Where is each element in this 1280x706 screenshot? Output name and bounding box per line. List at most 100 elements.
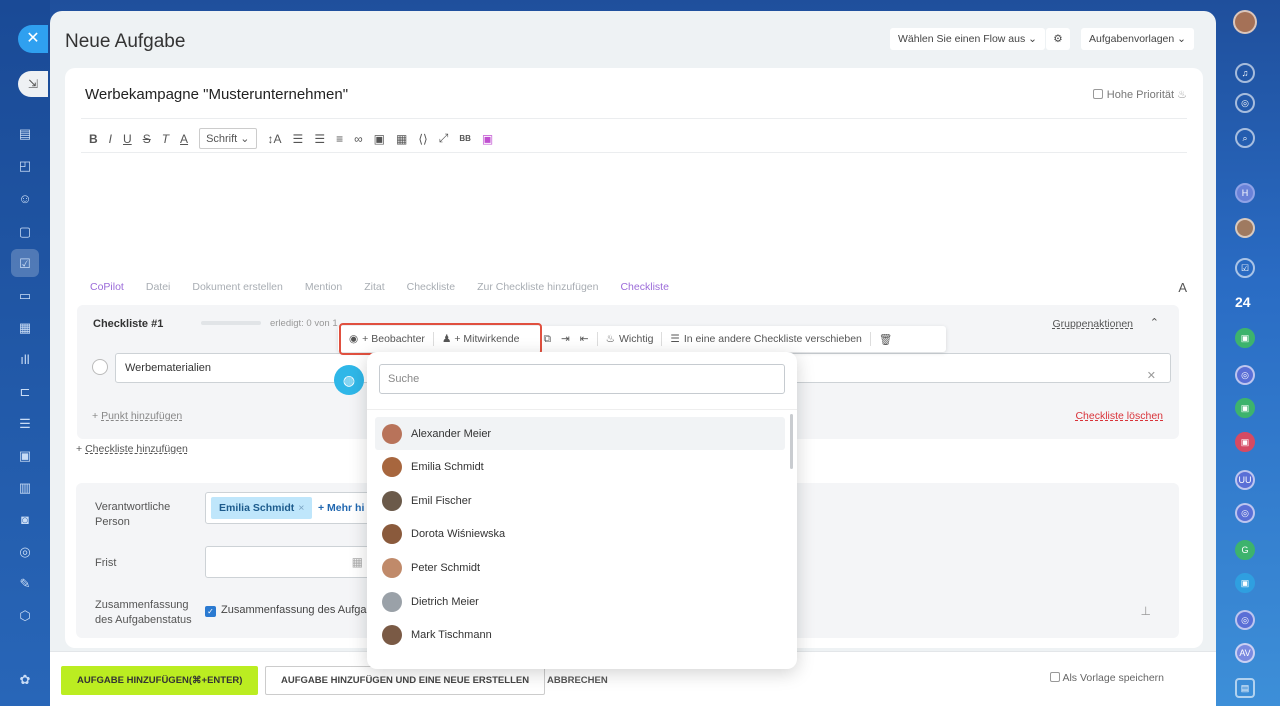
calendar-icon[interactable]: ▥ (17, 480, 33, 496)
person-item[interactable]: Mark Tischmann (375, 619, 785, 652)
text-format-icon[interactable]: A (1178, 280, 1187, 295)
person-item[interactable]: Emilia Schmidt (375, 451, 785, 484)
contact-avatar[interactable] (1235, 218, 1255, 238)
add-checklist-link[interactable]: + Checkliste hinzufügen (76, 443, 188, 455)
user-avatar[interactable] (1233, 10, 1257, 34)
lock-red-icon[interactable]: ▣ (1235, 432, 1255, 452)
chat-circle-icon[interactable]: ◎ (1235, 365, 1255, 385)
clear-format-icon[interactable]: T (162, 132, 169, 146)
align-icon[interactable]: ≡ (336, 132, 343, 146)
add-task-button[interactable]: AUFGABE HINZUFÜGEN(⌘+ENTER) (61, 666, 259, 695)
sites-icon[interactable]: ☰ (17, 416, 33, 432)
add-to-checklist-tool[interactable]: Zur Checkliste hinzufügen (477, 281, 598, 293)
scrollbar[interactable] (790, 414, 793, 469)
move-button[interactable]: In eine andere Checkliste verschieben (684, 333, 862, 345)
mention-tool[interactable]: Mention (305, 281, 342, 293)
summary-checkbox[interactable]: ✓ (205, 606, 216, 617)
drive-icon[interactable]: ▭ (17, 288, 33, 304)
priority-checkbox[interactable] (1092, 89, 1103, 99)
text-color-icon[interactable]: A (180, 132, 188, 146)
delete-checklist-link[interactable]: Checkliste löschen (1075, 410, 1163, 422)
add-and-new-button[interactable]: AUFGABE HINZUFÜGEN UND EINE NEUE ERSTELL… (265, 666, 546, 695)
person-item[interactable]: Dorota Wiśniewska (375, 518, 785, 551)
numbered-list-icon[interactable]: ☰ (293, 132, 304, 146)
file-tool[interactable]: Datei (146, 281, 171, 293)
gear-icon[interactable]: ⚙ (1046, 28, 1070, 50)
docs-icon[interactable]: ▢ (17, 224, 33, 240)
bbcode-icon[interactable]: BB (459, 134, 471, 143)
create-document-tool[interactable]: Dokument erstellen (192, 281, 282, 293)
italic-icon[interactable]: I (109, 132, 112, 146)
search-icon[interactable]: ⌕ (1235, 128, 1255, 148)
responsible-tag[interactable]: Emilia Schmidt × (211, 497, 313, 519)
person-item[interactable]: Alexander Meier (375, 417, 785, 450)
lock-blue-icon[interactable]: ▣ (1235, 573, 1255, 593)
bullet-list-icon[interactable]: ☰ (314, 132, 325, 146)
close-icon[interactable]: ✕ (18, 25, 48, 53)
fullscreen-icon[interactable]: ⤢ (439, 131, 449, 146)
deadline-input[interactable]: ▦ (205, 546, 370, 578)
trash-icon[interactable]: 🗑 (879, 333, 892, 346)
image-icon[interactable]: ▣ (374, 132, 385, 146)
avatar-av-icon[interactable]: AV (1235, 643, 1255, 663)
bold-icon[interactable]: B (89, 132, 98, 146)
analytics-icon[interactable]: ıll (17, 352, 33, 368)
target-icon[interactable]: ◎ (17, 544, 33, 560)
font-size-icon[interactable]: ↕A (268, 132, 282, 146)
important-button[interactable]: Wichtig (619, 333, 653, 345)
group-actions-link[interactable]: Gruppenaktionen (1052, 318, 1133, 330)
checklist-ai-tool[interactable]: Checkliste (620, 281, 668, 293)
robot-icon[interactable]: ◙ (17, 512, 33, 528)
chat-circle-3-icon[interactable]: ◎ (1235, 610, 1255, 630)
copilot-icon[interactable]: ◎ (1235, 93, 1255, 113)
messages-icon[interactable]: ▤ (1235, 678, 1255, 698)
market-icon[interactable]: ⬡ (17, 608, 33, 624)
chat-circle-2-icon[interactable]: ◎ (1235, 503, 1255, 523)
remove-icon[interactable]: × (298, 502, 304, 514)
code-icon[interactable]: ⟨⟩ (418, 132, 427, 146)
pin-icon[interactable]: ⊥ (1141, 604, 1151, 618)
tasks-right-icon[interactable]: ☑ (1235, 258, 1255, 278)
task-name-input[interactable]: Werbekampagne "Musterunternehmen" (85, 86, 348, 103)
person-item[interactable]: Emil Fischer (375, 484, 785, 517)
outdent-icon[interactable]: ⇤ (580, 333, 589, 345)
ai-image-icon[interactable]: ▣ (482, 132, 493, 146)
collapse-icon[interactable]: ⇲ (18, 71, 48, 97)
bell-icon[interactable]: ♫ (1235, 63, 1255, 83)
chat-icon[interactable]: ◰ (17, 158, 33, 174)
avatar-uu-icon[interactable]: UU (1235, 470, 1255, 490)
lock-icon[interactable]: ▣ (1235, 328, 1255, 348)
responsible-field[interactable]: Emilia Schmidt × + Mehr hi (205, 492, 385, 524)
close-icon[interactable]: ✕ (1147, 362, 1156, 390)
tasks-icon[interactable]: ☑ (17, 256, 33, 272)
checklist-tool[interactable]: Checkliste (407, 281, 455, 293)
settings-icon[interactable]: ✿ (17, 672, 33, 688)
lock-green-icon[interactable]: ▣ (1235, 398, 1255, 418)
chevron-up-icon[interactable]: ⌃ (1150, 316, 1159, 329)
indent-icon[interactable]: ⇥ (561, 333, 570, 345)
people-icon[interactable]: ☺ (17, 191, 33, 207)
person-item[interactable]: Dietrich Meier (375, 585, 785, 618)
edit-icon[interactable]: ✎ (17, 576, 33, 592)
quote-tool[interactable]: Zitat (364, 281, 384, 293)
font-select[interactable]: Schrift ⌄ (199, 128, 257, 149)
high-priority-toggle[interactable]: Hohe Priorität ♨ (1092, 88, 1187, 101)
mail-icon[interactable]: ▣ (17, 448, 33, 464)
cancel-button[interactable]: ABBRECHEN (547, 666, 608, 695)
save-template-toggle[interactable]: Als Vorlage speichern (1050, 672, 1164, 684)
add-more-link[interactable]: + Mehr hi (318, 502, 364, 514)
link-icon[interactable]: ∞ (354, 132, 363, 146)
table-icon[interactable]: ▦ (396, 132, 407, 146)
copilot-tool[interactable]: CoPilot (90, 281, 124, 293)
avatar-g-icon[interactable]: G (1235, 540, 1255, 560)
underline-icon[interactable]: U (123, 132, 132, 146)
flow-select[interactable]: Wählen Sie einen Flow aus ⌄ (890, 28, 1045, 50)
item-checkbox[interactable] (92, 359, 108, 375)
templates-button[interactable]: Aufgabenvorlagen ⌄ (1081, 28, 1194, 50)
add-point-link[interactable]: + Punkt hinzufügen (92, 410, 182, 422)
shop-icon[interactable]: ⊏ (17, 384, 33, 400)
copilot-bubble-icon[interactable]: ◍ (334, 365, 364, 395)
search-input[interactable]: Suche (379, 364, 785, 394)
attach-icon[interactable]: ⧉ (543, 333, 551, 346)
strike-icon[interactable]: S (143, 132, 151, 146)
